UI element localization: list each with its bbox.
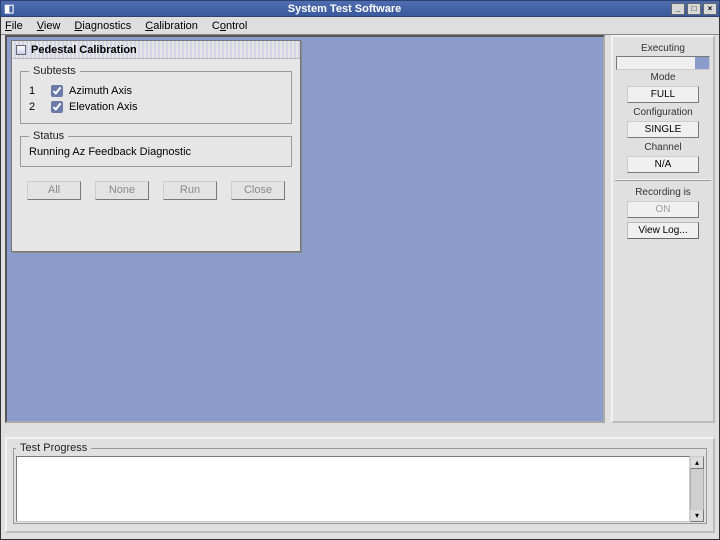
log-textarea[interactable]	[16, 456, 690, 522]
log-scrollbar[interactable]: ▴ ▾	[690, 456, 704, 522]
scroll-track[interactable]	[690, 469, 704, 509]
subtests-legend: Subtests	[29, 65, 80, 77]
window-icon	[16, 45, 26, 55]
menu-view[interactable]: View	[37, 20, 61, 32]
executing-progress	[616, 56, 710, 70]
configuration-label: Configuration	[615, 107, 711, 118]
all-button[interactable]: All	[27, 181, 81, 200]
maximize-button[interactable]: □	[687, 3, 701, 15]
menu-diagnostics[interactable]: Diagnostics	[74, 20, 131, 32]
test-progress-group: Test Progress ▴ ▾	[13, 442, 707, 524]
subtest-azimuth-checkbox[interactable]	[51, 85, 63, 97]
subtest-label: Azimuth Axis	[69, 85, 132, 97]
work-area: Pedestal Calibration Subtests 1 Azimuth …	[5, 35, 605, 423]
menu-file[interactable]: File	[5, 20, 23, 32]
channel-button[interactable]: N/A	[627, 156, 699, 173]
subtest-row: 1 Azimuth Axis	[29, 85, 283, 97]
run-button[interactable]: Run	[163, 181, 217, 200]
status-text: Running Az Feedback Diagnostic	[29, 146, 283, 160]
subtest-number: 1	[29, 85, 45, 97]
system-menu-icon[interactable]: ◧	[4, 2, 18, 15]
configuration-button[interactable]: SINGLE	[627, 121, 699, 138]
dialog-titlebar[interactable]: Pedestal Calibration	[12, 41, 300, 59]
window-title: System Test Software	[18, 3, 671, 15]
dialog-title: Pedestal Calibration	[31, 44, 137, 56]
view-log-button[interactable]: View Log...	[627, 222, 699, 239]
subtest-row: 2 Elevation Axis	[29, 101, 283, 113]
subtest-elevation-checkbox[interactable]	[51, 101, 63, 113]
scroll-up-icon[interactable]: ▴	[690, 456, 704, 469]
menu-calibration[interactable]: Calibration	[145, 20, 198, 32]
mode-label: Mode	[615, 72, 711, 83]
bottom-panel: Test Progress ▴ ▾	[5, 437, 715, 533]
subtests-group: Subtests 1 Azimuth Axis 2 Elevation Axis	[20, 65, 292, 124]
none-button[interactable]: None	[95, 181, 149, 200]
progress-fill	[695, 57, 709, 69]
test-progress-log: ▴ ▾	[16, 456, 704, 522]
status-legend: Status	[29, 130, 68, 142]
recording-label: Recording is	[615, 187, 711, 198]
subtest-number: 2	[29, 101, 45, 113]
app-frame: File View Diagnostics Calibration Contro…	[0, 17, 720, 540]
recording-button: ON	[627, 201, 699, 218]
executing-label: Executing	[615, 43, 711, 54]
close-button[interactable]: Close	[231, 181, 285, 200]
close-button[interactable]: ×	[703, 3, 717, 15]
window-titlebar: ◧ System Test Software _ □ ×	[0, 0, 720, 17]
pedestal-calibration-dialog: Pedestal Calibration Subtests 1 Azimuth …	[11, 40, 301, 252]
status-group: Status Running Az Feedback Diagnostic	[20, 130, 292, 167]
dialog-button-row: All None Run Close	[20, 181, 292, 200]
mode-button[interactable]: FULL	[627, 86, 699, 103]
menu-control[interactable]: Control	[212, 20, 247, 32]
scroll-down-icon[interactable]: ▾	[690, 509, 704, 522]
subtest-label: Elevation Axis	[69, 101, 137, 113]
minimize-button[interactable]: _	[671, 3, 685, 15]
channel-label: Channel	[615, 142, 711, 153]
side-panel: Executing Mode FULL Configuration SINGLE…	[611, 35, 715, 423]
test-progress-legend: Test Progress	[16, 442, 91, 454]
menubar: File View Diagnostics Calibration Contro…	[1, 17, 719, 35]
